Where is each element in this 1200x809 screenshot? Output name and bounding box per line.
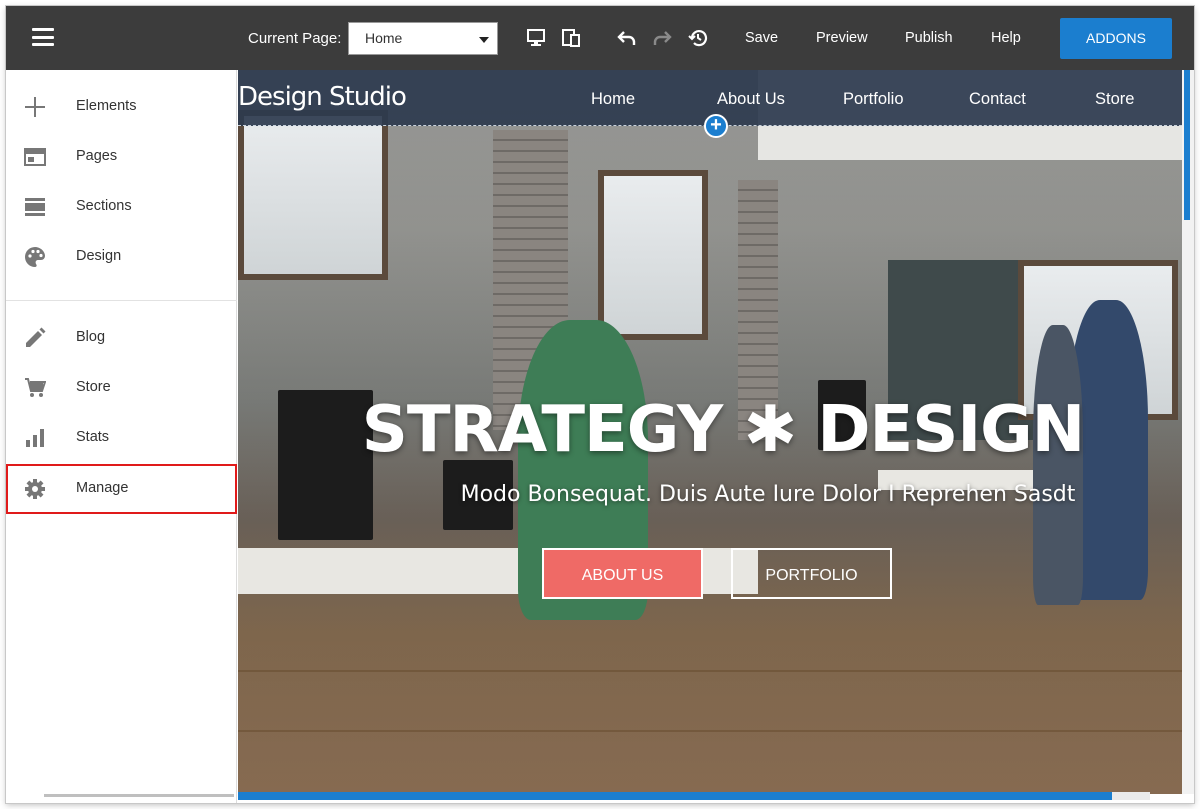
sidebar-scrollbar[interactable] (44, 794, 234, 797)
current-page-select[interactable]: Home (348, 22, 498, 55)
scrollbar-thumb[interactable] (238, 792, 1112, 800)
sidebar-item-blog[interactable]: Blog (6, 313, 237, 363)
about-us-button[interactable]: ABOUT US (542, 548, 703, 599)
nav-link-portfolio[interactable]: Portfolio (843, 90, 904, 109)
sidebar-divider (6, 300, 237, 301)
sidebar-item-design[interactable]: Design (6, 232, 237, 282)
nav-link-about-us[interactable]: About Us (717, 90, 785, 109)
plus-icon (24, 96, 46, 118)
preview-button[interactable]: Preview (816, 30, 868, 46)
sidebar-item-manage[interactable]: Manage (6, 464, 237, 514)
sidebar-item-label: Elements (76, 98, 137, 114)
page-canvas[interactable]: Design Studio Home About Us Portfolio Co… (238, 70, 1182, 794)
cart-icon (24, 377, 46, 399)
addons-button[interactable]: ADDONS (1060, 18, 1172, 59)
save-button[interactable]: Save (745, 30, 778, 46)
hero-subtitle: Modo Bonsequat. Duis Aute Iure Dolor I R… (460, 482, 1076, 507)
history-icon[interactable] (688, 28, 708, 48)
sidebar-item-store[interactable]: Store (6, 363, 237, 413)
sidebar-item-label: Stats (76, 429, 110, 445)
mobile-icon[interactable] (561, 28, 581, 48)
bar-chart-icon (24, 427, 46, 449)
sections-icon (24, 196, 46, 218)
sidebar-item-label: Manage (76, 480, 129, 496)
palette-icon (24, 246, 46, 268)
sidebar: Elements Pages Sections Design Blog Stor… (6, 70, 237, 803)
nav-link-contact[interactable]: Contact (969, 90, 1026, 109)
menu-icon[interactable] (32, 28, 54, 46)
pencil-icon (24, 327, 46, 349)
nav-link-store[interactable]: Store (1095, 90, 1134, 109)
sidebar-item-stats[interactable]: Stats (6, 413, 237, 463)
nav-link-home[interactable]: Home (591, 90, 635, 109)
sidebar-item-label: Pages (76, 148, 118, 164)
gear-icon (24, 478, 46, 500)
chevron-down-icon (479, 37, 489, 43)
portfolio-button[interactable]: PORTFOLIO (731, 548, 892, 599)
help-button[interactable]: Help (991, 30, 1021, 46)
sidebar-item-sections[interactable]: Sections (6, 182, 237, 232)
redo-icon[interactable] (652, 28, 672, 48)
sidebar-item-label: Sections (76, 198, 132, 214)
publish-button[interactable]: Publish (905, 30, 953, 46)
current-page-value: Home (365, 30, 403, 46)
desktop-icon[interactable] (526, 28, 546, 48)
current-page-label: Current Page: (248, 30, 342, 47)
site-logo[interactable]: Design Studio (238, 82, 407, 112)
canvas-horizontal-scrollbar[interactable] (238, 792, 1150, 800)
sidebar-item-pages[interactable]: Pages (6, 132, 237, 182)
sidebar-item-label: Store (76, 379, 111, 395)
top-toolbar: Current Page: Home Save Preview Publish … (6, 6, 1194, 70)
canvas-vertical-scrollbar[interactable] (1182, 70, 1194, 794)
sidebar-item-label: Design (76, 248, 122, 264)
pages-icon (24, 146, 46, 168)
editor-window: Current Page: Home Save Preview Publish … (6, 6, 1194, 803)
undo-icon[interactable] (617, 28, 637, 48)
scrollbar-thumb[interactable] (1184, 70, 1190, 220)
add-section-icon[interactable]: + (704, 114, 728, 138)
sidebar-item-elements[interactable]: Elements (6, 82, 237, 132)
sidebar-item-label: Blog (76, 329, 106, 345)
hero-title: STRATEGY ✱ DESIGN (361, 393, 1085, 467)
